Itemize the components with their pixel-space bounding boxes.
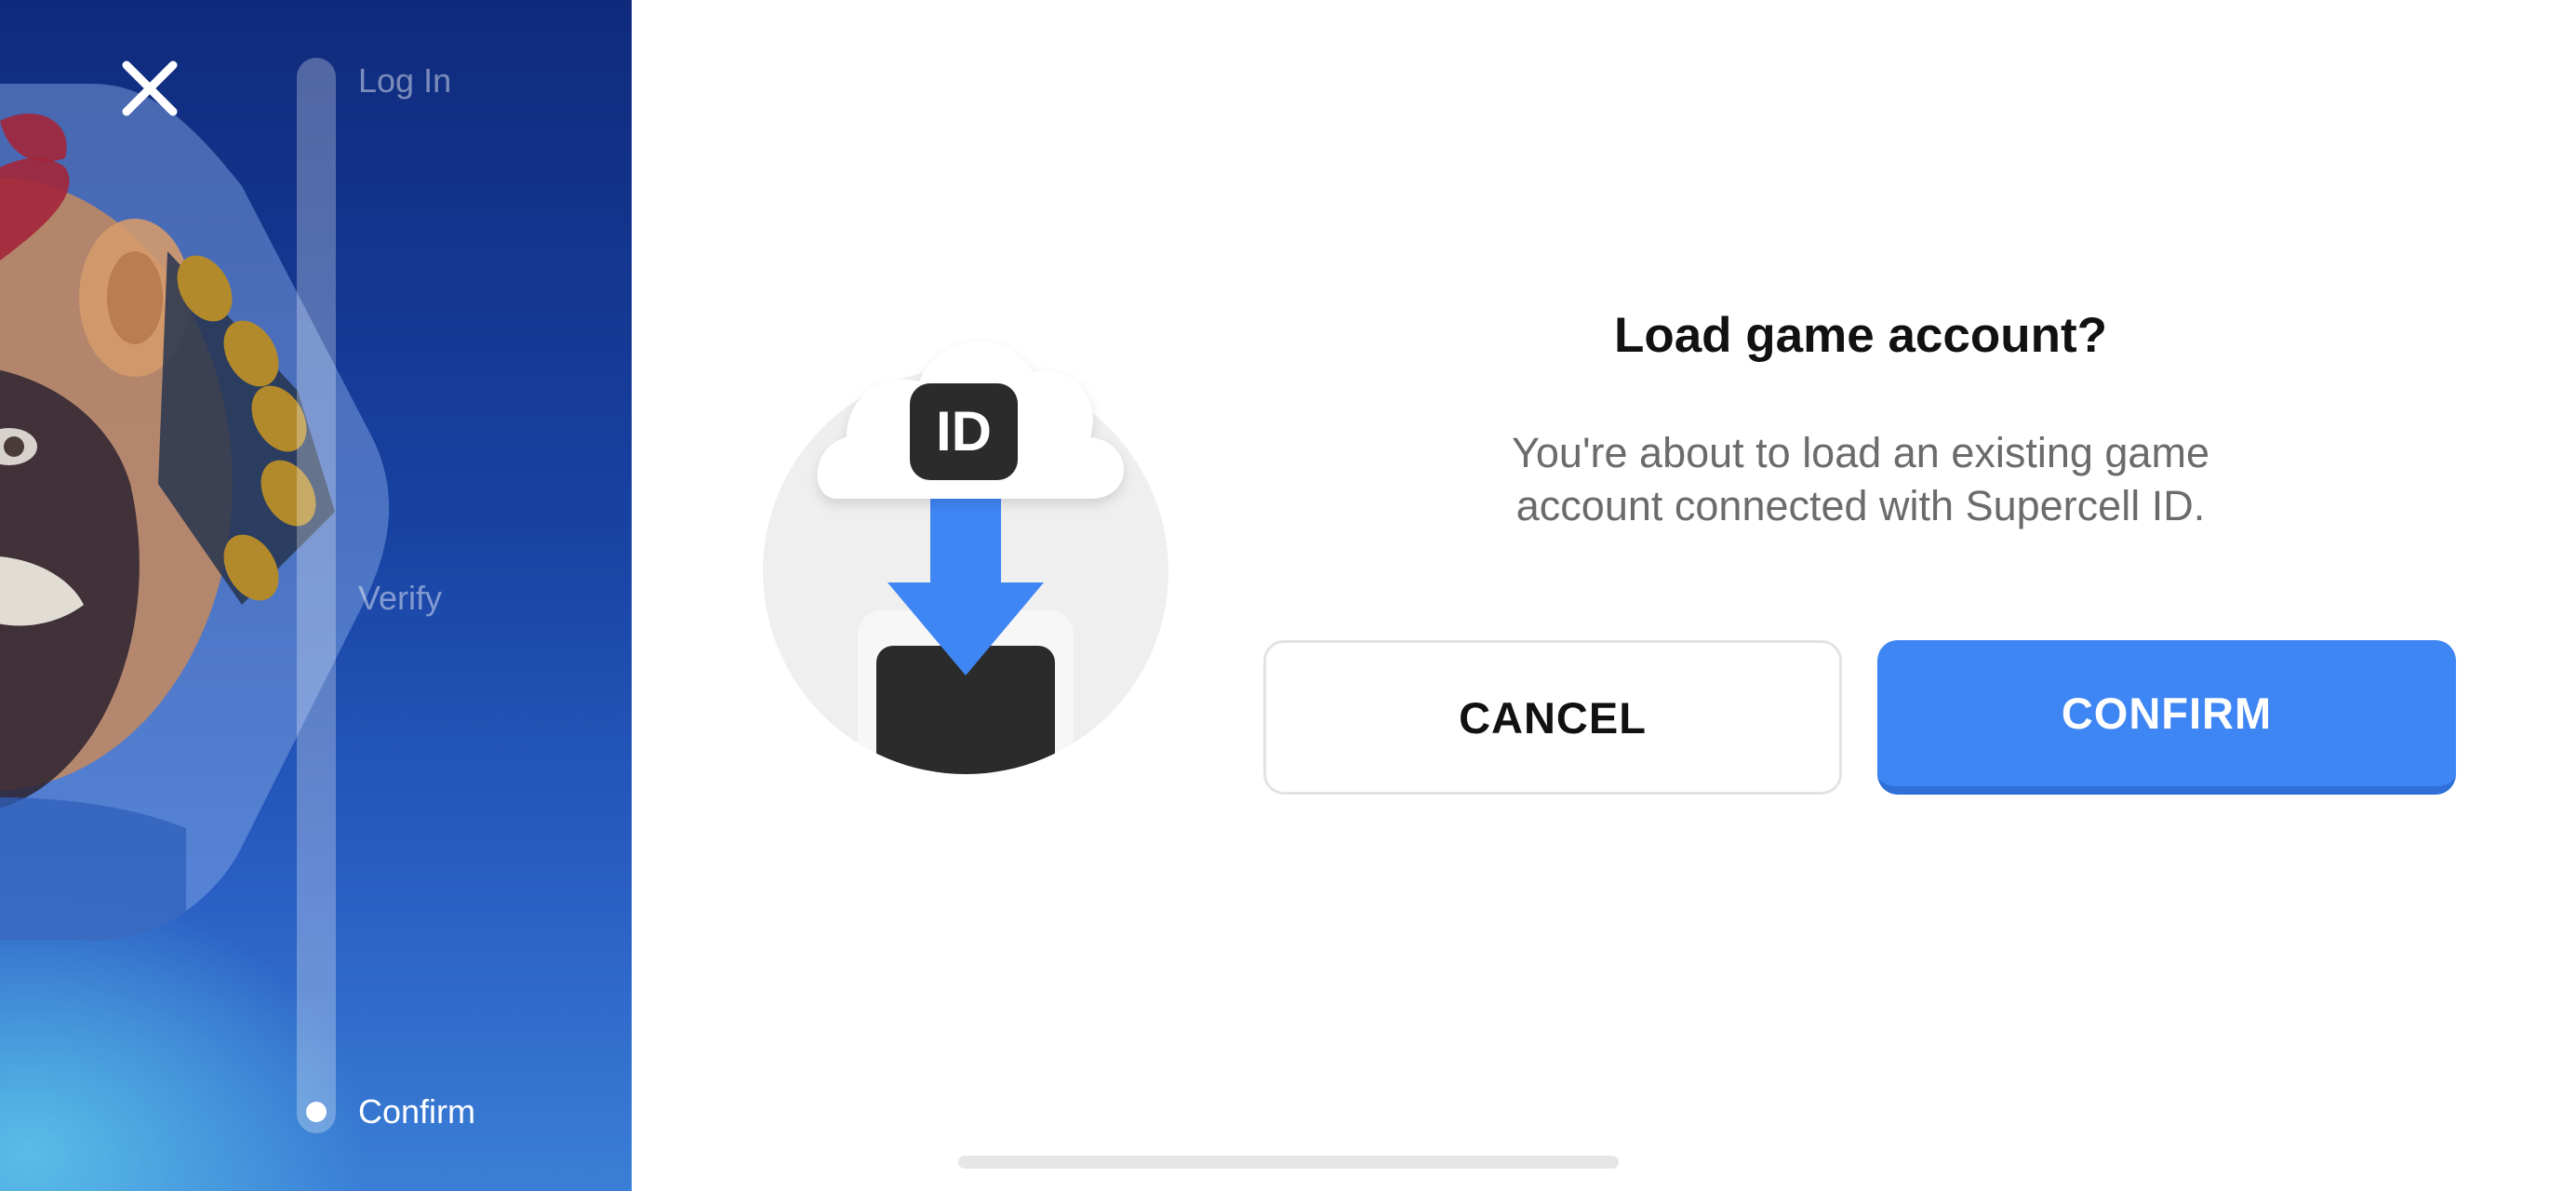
step-log-in: Log In [358, 61, 452, 100]
side-panel: Log In Verify Confirm [0, 0, 632, 1191]
step-confirm: Confirm [358, 1092, 476, 1131]
step-verify: Verify [358, 579, 443, 617]
dialog-title: Load game account? [1613, 308, 2108, 363]
cancel-button[interactable]: CANCEL [1263, 640, 1842, 795]
home-indicator[interactable] [958, 1156, 1619, 1169]
confirm-button[interactable]: CONFIRM [1877, 640, 2456, 795]
progress-track [297, 58, 336, 1133]
progress-current-dot [306, 1102, 327, 1122]
account-download-illustration: ID [763, 341, 1168, 774]
close-icon[interactable] [121, 60, 179, 117]
id-badge-text: ID [936, 400, 992, 462]
dialog-message: You're about to load an existing game ac… [1512, 429, 2209, 529]
